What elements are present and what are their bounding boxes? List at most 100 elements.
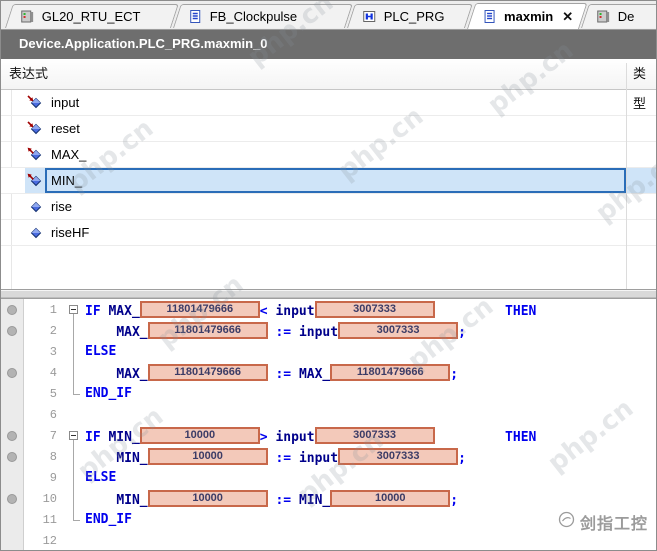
code-line-1: 1IF MAX_11801479666< input3007333 THEN bbox=[1, 299, 657, 320]
code-text[interactable]: IF MAX_11801479666< input3007333 THEN bbox=[85, 301, 536, 319]
tab-de[interactable]: De bbox=[581, 4, 657, 28]
tab-maxmin[interactable]: maxmin✕ bbox=[467, 3, 587, 29]
code-token bbox=[85, 493, 116, 508]
code-line-5: 5 END_IF bbox=[1, 383, 657, 404]
input-variable-icon bbox=[27, 121, 45, 137]
inline-monitor-value[interactable]: 10000 bbox=[148, 448, 268, 465]
code-line-3: 3 ELSE bbox=[1, 341, 657, 362]
fold-bracket bbox=[65, 509, 85, 530]
code-token: := bbox=[268, 325, 299, 340]
watch-row-max_[interactable]: MAX_ bbox=[1, 142, 657, 168]
variable-ref: MAX_ bbox=[299, 367, 330, 382]
inline-monitor-value[interactable]: 3007333 bbox=[338, 322, 458, 339]
variable-ref: MIN_ bbox=[299, 493, 330, 508]
fold-bracket bbox=[65, 362, 85, 383]
variable-ref: MIN_ bbox=[116, 493, 147, 508]
code-token bbox=[435, 304, 505, 319]
inline-monitor-value[interactable]: 11801479666 bbox=[330, 364, 450, 381]
pou-icon bbox=[362, 9, 377, 24]
watch-row-min_[interactable]: MIN_ bbox=[1, 168, 657, 194]
variable-ref: input bbox=[299, 451, 338, 466]
code-token: ; bbox=[458, 451, 466, 466]
code-text[interactable]: ELSE bbox=[85, 470, 116, 485]
code-token: ; bbox=[450, 367, 458, 382]
breakpoint-margin[interactable] bbox=[1, 320, 23, 341]
keyword: END_IF bbox=[85, 512, 132, 527]
fold-bracket bbox=[65, 488, 85, 509]
watch-row-rise[interactable]: rise bbox=[1, 194, 657, 220]
code-line-7: 7 IF MIN_10000> input3007333 THEN bbox=[1, 425, 657, 446]
breakpoint-margin[interactable] bbox=[1, 488, 23, 509]
tab-label: GL20_RTU_ECT bbox=[42, 9, 141, 24]
keyword: END_IF bbox=[85, 386, 132, 401]
tab-fb_clockpulse[interactable]: FB_Clockpulse bbox=[173, 4, 353, 28]
inline-monitor-value[interactable]: 11801479666 bbox=[148, 322, 268, 339]
code-line-9: 9 ELSE bbox=[1, 467, 657, 488]
keyword: THEN bbox=[505, 304, 536, 319]
code-token bbox=[85, 451, 116, 466]
inline-monitor-value[interactable]: 3007333 bbox=[315, 427, 435, 444]
line-number: 10 bbox=[23, 492, 65, 506]
code-token: := bbox=[268, 451, 299, 466]
device-icon bbox=[596, 9, 611, 24]
inline-monitor-value[interactable]: 11801479666 bbox=[148, 364, 268, 381]
code-text[interactable]: MIN_10000 := MIN_10000; bbox=[85, 490, 458, 508]
tab-plc_prg[interactable]: PLC_PRG bbox=[347, 4, 473, 28]
editor-tabbar: GL20_RTU_ECT FB_ClockpulsePLC_PRGmaxmin✕D… bbox=[1, 1, 657, 30]
line-number: 3 bbox=[23, 345, 65, 359]
line-number: 11 bbox=[23, 513, 65, 527]
breakpoint-margin[interactable] bbox=[1, 383, 23, 404]
keyword: THEN bbox=[505, 430, 536, 445]
code-token: ; bbox=[458, 325, 466, 340]
line-number: 7 bbox=[23, 429, 65, 443]
code-line-10: 10 MIN_10000 := MIN_10000; bbox=[1, 488, 657, 509]
code-token bbox=[435, 430, 505, 445]
inline-monitor-value[interactable]: 10000 bbox=[330, 490, 450, 507]
tab-close-icon[interactable]: ✕ bbox=[562, 9, 573, 25]
breakpoint-margin[interactable] bbox=[1, 341, 23, 362]
line-number: 6 bbox=[23, 408, 65, 422]
breakpoint-margin[interactable] bbox=[1, 425, 23, 446]
code-text[interactable]: END_IF bbox=[85, 386, 132, 401]
code-line-2: 2 MAX_11801479666 := input3007333; bbox=[1, 320, 657, 341]
variable-ref: input bbox=[275, 304, 314, 319]
breakpoint-margin[interactable] bbox=[1, 299, 23, 320]
code-token: > bbox=[260, 430, 276, 445]
pane-splitter[interactable] bbox=[1, 289, 657, 299]
inline-monitor-value[interactable]: 10000 bbox=[148, 490, 268, 507]
watch-row-reset[interactable]: reset bbox=[1, 116, 657, 142]
breakpoint-margin[interactable] bbox=[1, 362, 23, 383]
fold-toggle-icon[interactable] bbox=[65, 299, 85, 320]
inline-monitor-value[interactable]: 10000 bbox=[140, 427, 260, 444]
variable-ref: MIN_ bbox=[108, 430, 139, 445]
watch-table-header: 表达式 类型 bbox=[1, 59, 657, 90]
breakpoint-margin[interactable] bbox=[1, 530, 23, 551]
code-text[interactable]: END_IF bbox=[85, 512, 132, 527]
code-text[interactable]: IF MIN_10000> input3007333 THEN bbox=[85, 427, 536, 445]
breakpoint-margin[interactable] bbox=[1, 509, 23, 530]
line-number: 9 bbox=[23, 471, 65, 485]
tab-gl20_rtu_ect[interactable]: GL20_RTU_ECT bbox=[5, 4, 179, 28]
breakpoint-margin[interactable] bbox=[1, 446, 23, 467]
watch-row-input[interactable]: input bbox=[1, 90, 657, 116]
watermark-logo: 剑指工控 bbox=[558, 510, 648, 534]
selection-outline bbox=[45, 168, 626, 193]
code-text[interactable]: MAX_11801479666 := MAX_11801479666; bbox=[85, 364, 458, 382]
code-text[interactable]: MAX_11801479666 := input3007333; bbox=[85, 322, 466, 340]
inline-monitor-value[interactable]: 11801479666 bbox=[140, 301, 260, 318]
breakpoint-margin[interactable] bbox=[1, 404, 23, 425]
code-token bbox=[85, 325, 116, 340]
breakpoint-margin[interactable] bbox=[1, 467, 23, 488]
code-text[interactable]: ELSE bbox=[85, 344, 116, 359]
watch-row-risehf[interactable]: riseHF bbox=[1, 220, 657, 246]
inline-monitor-value[interactable]: 3007333 bbox=[338, 448, 458, 465]
line-number: 5 bbox=[23, 387, 65, 401]
code-token: ; bbox=[450, 493, 458, 508]
output-variable-icon bbox=[27, 173, 45, 189]
code-text[interactable]: MIN_10000 := input3007333; bbox=[85, 448, 466, 466]
document-icon bbox=[188, 9, 203, 24]
variable-name: rise bbox=[51, 199, 72, 214]
fold-toggle-icon[interactable] bbox=[65, 425, 85, 446]
inline-monitor-value[interactable]: 3007333 bbox=[315, 301, 435, 318]
column-header-expression[interactable]: 表达式 bbox=[9, 59, 48, 89]
